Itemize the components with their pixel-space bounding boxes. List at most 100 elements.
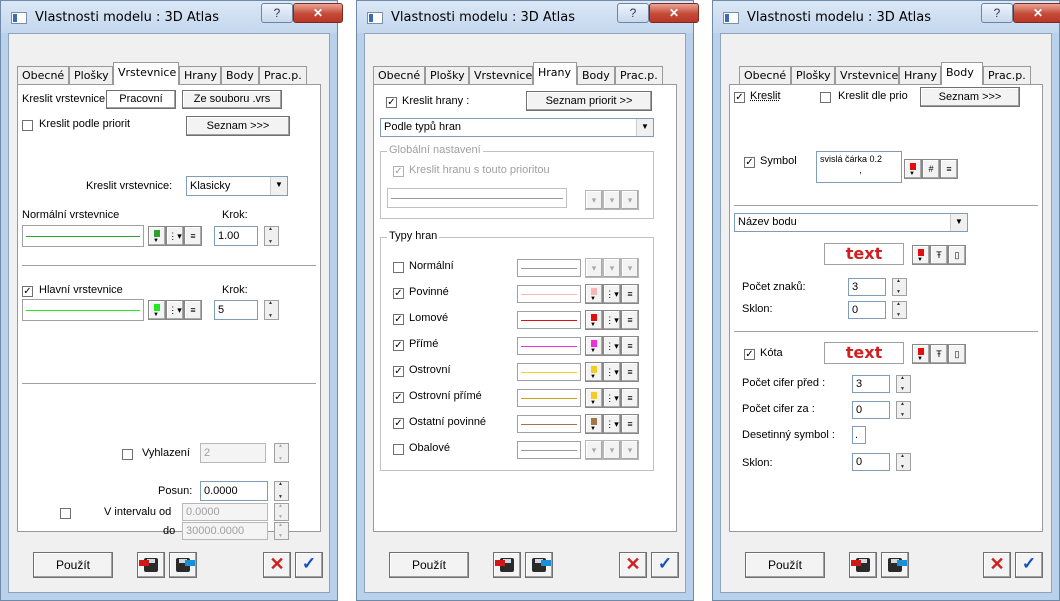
tab-prac[interactable]: Prac.p. bbox=[615, 66, 663, 84]
color-button[interactable]: ▼ bbox=[585, 414, 603, 434]
color-button[interactable]: ▾ bbox=[585, 258, 603, 278]
line-style-button[interactable]: ▾ bbox=[603, 258, 621, 278]
seznam-button[interactable]: Seznam >>> bbox=[186, 116, 290, 136]
sklon-input[interactable]: 0 bbox=[848, 301, 886, 319]
normal-krok-input[interactable]: 1.00 bbox=[214, 226, 258, 246]
color-button[interactable]: ▼ bbox=[148, 226, 166, 246]
edge-type-checkbox[interactable]: ✓ bbox=[393, 366, 404, 377]
line-width-button[interactable]: ≡ bbox=[184, 226, 202, 246]
align-icon[interactable]: ▯ bbox=[948, 344, 966, 364]
tab-body[interactable]: Body bbox=[221, 66, 259, 84]
tab-vrstevnice[interactable]: Vrstevnice bbox=[835, 66, 899, 84]
apply-button[interactable]: Použít bbox=[745, 552, 825, 578]
ze-souboru-button[interactable]: Ze souboru .vrs bbox=[182, 90, 282, 109]
edge-line-sample[interactable] bbox=[517, 415, 581, 433]
hlavni-line-sample[interactable] bbox=[22, 299, 144, 321]
ok-check-icon[interactable]: ✓ bbox=[295, 552, 323, 578]
spin-icon[interactable] bbox=[892, 301, 907, 319]
apply-button[interactable]: Použít bbox=[33, 552, 113, 578]
do-input[interactable]: 30000.0000 bbox=[182, 522, 268, 540]
close-icon[interactable]: ✕ bbox=[293, 3, 343, 23]
color-button[interactable]: ▼ bbox=[912, 245, 930, 265]
spin-icon[interactable] bbox=[274, 522, 289, 540]
hlavni-checkbox[interactable]: ✓ bbox=[22, 286, 33, 297]
line-width-button[interactable]: ≡ bbox=[940, 159, 958, 179]
line-width-button[interactable]: ≡ bbox=[621, 310, 639, 330]
edge-line-sample[interactable] bbox=[517, 363, 581, 381]
line-style-button[interactable]: ▾ bbox=[603, 190, 621, 210]
edge-type-checkbox[interactable]: ✓ bbox=[393, 314, 404, 325]
floppy-load-icon[interactable] bbox=[849, 552, 877, 578]
edge-type-checkbox[interactable]: ✓ bbox=[393, 418, 404, 429]
tab-hrany[interactable]: Hrany bbox=[899, 66, 941, 84]
cancel-x-icon[interactable]: ✕ bbox=[983, 552, 1011, 578]
tab-prac[interactable]: Prac.p. bbox=[983, 66, 1031, 84]
line-style-button[interactable]: ⋮▾ bbox=[603, 362, 621, 382]
align-icon[interactable]: ▯ bbox=[948, 245, 966, 265]
tab-hrany[interactable]: Hrany bbox=[533, 62, 577, 85]
kota-preview[interactable]: text bbox=[824, 342, 904, 364]
title-bar[interactable]: Vlastnosti modelu : 3D Atlas ? ✕ bbox=[713, 1, 1060, 33]
tab-plosky[interactable]: Plošky bbox=[69, 66, 113, 84]
tab-vrstevnice[interactable]: Vrstevnice bbox=[469, 66, 533, 84]
line-style-button[interactable]: ⋮▾ bbox=[166, 226, 184, 246]
tab-vrstevnice[interactable]: Vrstevnice bbox=[113, 62, 179, 85]
tab-hrany[interactable]: Hrany bbox=[179, 66, 221, 84]
edge-type-checkbox[interactable] bbox=[393, 262, 404, 273]
font-icon[interactable]: Ŧ bbox=[930, 344, 948, 364]
cifer-pred-input[interactable]: 3 bbox=[852, 375, 890, 393]
dropdown-arrow-icon[interactable]: ▼ bbox=[950, 214, 967, 231]
typ-hran-combo[interactable]: Podle typů hran ▼ bbox=[380, 118, 654, 137]
text-preview[interactable]: text bbox=[824, 243, 904, 265]
color-button[interactable]: ▼ bbox=[904, 159, 922, 179]
floppy-load-icon[interactable] bbox=[137, 552, 165, 578]
color-button[interactable]: ▼ bbox=[148, 300, 166, 320]
spin-icon[interactable] bbox=[264, 226, 279, 246]
color-button[interactable]: ▼ bbox=[585, 388, 603, 408]
line-style-button[interactable]: ⋮▾ bbox=[603, 336, 621, 356]
sklon2-input[interactable]: 0 bbox=[852, 453, 890, 471]
help-icon[interactable]: ? bbox=[981, 3, 1013, 23]
line-width-button[interactable]: ▾ bbox=[621, 190, 639, 210]
tab-body[interactable]: Body bbox=[577, 66, 615, 84]
floppy-save-icon[interactable] bbox=[881, 552, 909, 578]
edge-line-sample[interactable] bbox=[517, 441, 581, 459]
global-checkbox[interactable]: ✓ bbox=[393, 166, 404, 177]
interval-checkbox[interactable] bbox=[60, 508, 71, 519]
floppy-save-icon[interactable] bbox=[525, 552, 553, 578]
color-button[interactable]: ▼ bbox=[912, 344, 930, 364]
spin-icon[interactable] bbox=[274, 443, 289, 463]
floppy-load-icon[interactable] bbox=[493, 552, 521, 578]
spin-icon[interactable] bbox=[892, 278, 907, 296]
kreslit-checkbox[interactable]: ✓ bbox=[734, 92, 745, 103]
vyhlazeni-checkbox[interactable] bbox=[122, 449, 133, 460]
kreslit-prio-checkbox[interactable] bbox=[820, 92, 831, 103]
line-style-button[interactable]: ⋮▾ bbox=[166, 300, 184, 320]
cifer-za-input[interactable]: 0 bbox=[852, 401, 890, 419]
color-button[interactable]: ▾ bbox=[585, 190, 603, 210]
hlavni-krok-input[interactable]: 5 bbox=[214, 300, 258, 320]
seznam-priorit-button[interactable]: Seznam priorit >> bbox=[526, 91, 652, 111]
symbol-checkbox[interactable]: ✓ bbox=[744, 157, 755, 168]
close-icon[interactable]: ✕ bbox=[649, 3, 699, 23]
tab-obecne[interactable]: Obecné bbox=[373, 66, 425, 84]
grid-icon[interactable]: # bbox=[922, 159, 940, 179]
bod-text-combo[interactable]: Název bodu ▼ bbox=[734, 213, 968, 232]
dropdown-arrow-icon[interactable]: ▼ bbox=[270, 177, 287, 195]
tab-obecne[interactable]: Obecné bbox=[17, 66, 69, 84]
cancel-x-icon[interactable]: ✕ bbox=[619, 552, 647, 578]
color-button[interactable]: ▼ bbox=[585, 310, 603, 330]
tab-prac[interactable]: Prac.p. bbox=[259, 66, 307, 84]
cancel-x-icon[interactable]: ✕ bbox=[263, 552, 291, 578]
title-bar[interactable]: Vlastnosti modelu : 3D Atlas ? ✕ bbox=[1, 1, 343, 33]
vyhlazeni-input[interactable]: 2 bbox=[200, 443, 266, 463]
spin-icon[interactable] bbox=[274, 481, 289, 501]
line-style-button[interactable]: ⋮▾ bbox=[603, 284, 621, 304]
tab-body[interactable]: Body bbox=[941, 62, 983, 85]
edge-type-checkbox[interactable]: ✓ bbox=[393, 340, 404, 351]
line-style-button[interactable]: ▾ bbox=[603, 440, 621, 460]
dropdown-arrow-icon[interactable]: ▼ bbox=[636, 119, 653, 136]
tab-obecne[interactable]: Obecné bbox=[739, 66, 791, 84]
ok-check-icon[interactable]: ✓ bbox=[651, 552, 679, 578]
desetinny-input[interactable]: . bbox=[852, 426, 866, 444]
